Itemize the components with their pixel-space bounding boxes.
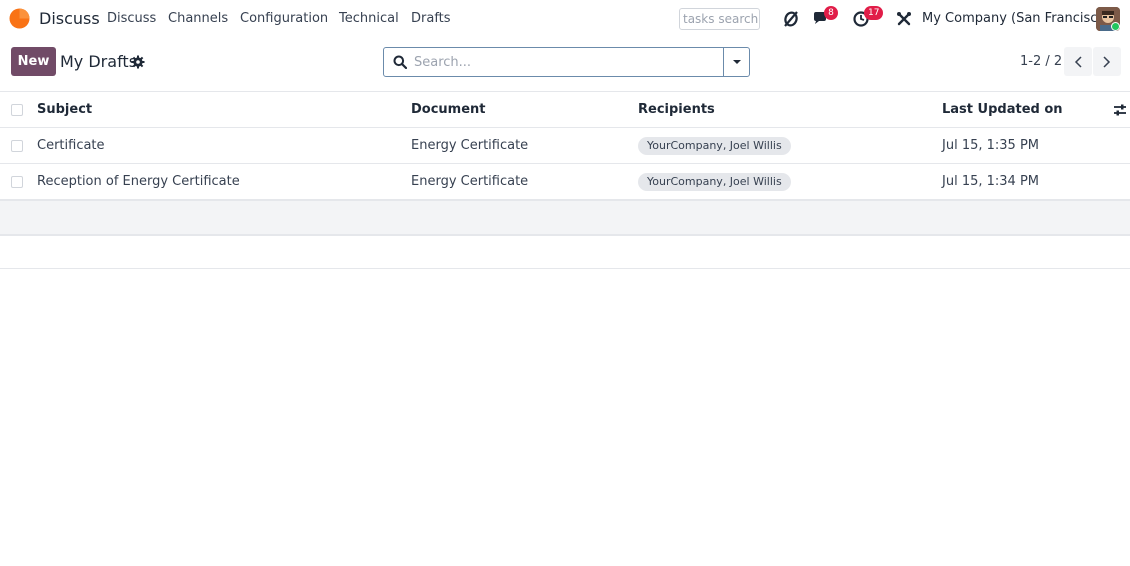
column-header-last-updated[interactable]: Last Updated on (942, 102, 1063, 117)
pager-next-button[interactable] (1093, 47, 1121, 76)
empty-table-row (0, 235, 1130, 269)
top-navbar: Discuss Discuss Channels Configuration T… (0, 0, 1130, 37)
cell-last-updated: Jul 15, 1:35 PM (942, 138, 1040, 153)
caret-down-icon (733, 60, 741, 64)
column-header-recipients[interactable]: Recipients (638, 102, 715, 117)
row-checkbox[interactable] (11, 176, 23, 188)
table-row[interactable]: Reception of Energy Certificate Energy C… (0, 163, 1130, 200)
column-header-document[interactable]: Document (411, 102, 486, 117)
optional-columns-toggle-icon[interactable] (1113, 103, 1127, 117)
chevron-left-icon (1074, 55, 1082, 68)
menu-drafts[interactable]: Drafts (411, 11, 451, 26)
cell-document: Energy Certificate (411, 138, 529, 153)
page-title: My Drafts (60, 52, 138, 71)
new-button[interactable]: New (11, 47, 56, 76)
row-checkbox[interactable] (11, 140, 23, 152)
activities-count-badge: 17 (864, 6, 884, 20)
cell-last-updated: Jul 15, 1:34 PM (942, 174, 1040, 189)
search-options-toggle[interactable] (723, 48, 750, 76)
pager-value[interactable]: 1-2 / 2 (1020, 54, 1062, 69)
cell-document: Energy Certificate (411, 174, 529, 189)
select-all-checkbox[interactable] (11, 104, 23, 116)
empty-table-row (0, 200, 1130, 235)
pager-previous-button[interactable] (1064, 47, 1092, 76)
column-header-subject[interactable]: Subject (37, 102, 92, 117)
cell-subject: Reception of Energy Certificate (37, 174, 240, 189)
activity-icon[interactable] (780, 8, 802, 30)
gear-icon[interactable] (131, 55, 145, 69)
app-name[interactable]: Discuss (39, 9, 100, 28)
company-switcher[interactable]: My Company (San Francisco) (922, 11, 1110, 26)
recipients-tag: YourCompany, Joel Willis (638, 137, 791, 155)
search-icon (393, 55, 407, 69)
search-input[interactable]: Search... (414, 55, 471, 70)
table-row[interactable]: Certificate Energy Certificate YourCompa… (0, 127, 1130, 164)
menu-discuss[interactable]: Discuss (107, 11, 156, 26)
chevron-right-icon (1103, 55, 1111, 68)
menu-channels[interactable]: Channels (168, 11, 228, 26)
debug-tools-icon[interactable] (893, 8, 915, 30)
recipients-tag: YourCompany, Joel Willis (638, 173, 791, 191)
online-status-indicator (1111, 22, 1120, 31)
tasks-search-input[interactable]: tasks search (679, 8, 760, 30)
menu-technical[interactable]: Technical (339, 11, 399, 26)
table-header-row: Subject Document Recipients Last Updated… (0, 91, 1130, 128)
cell-subject: Certificate (37, 138, 105, 153)
odoo-app-logo-icon[interactable] (9, 8, 30, 29)
menu-configuration[interactable]: Configuration (240, 11, 328, 26)
messages-count-badge: 8 (824, 6, 838, 20)
search-bar[interactable]: Search... (383, 47, 750, 77)
